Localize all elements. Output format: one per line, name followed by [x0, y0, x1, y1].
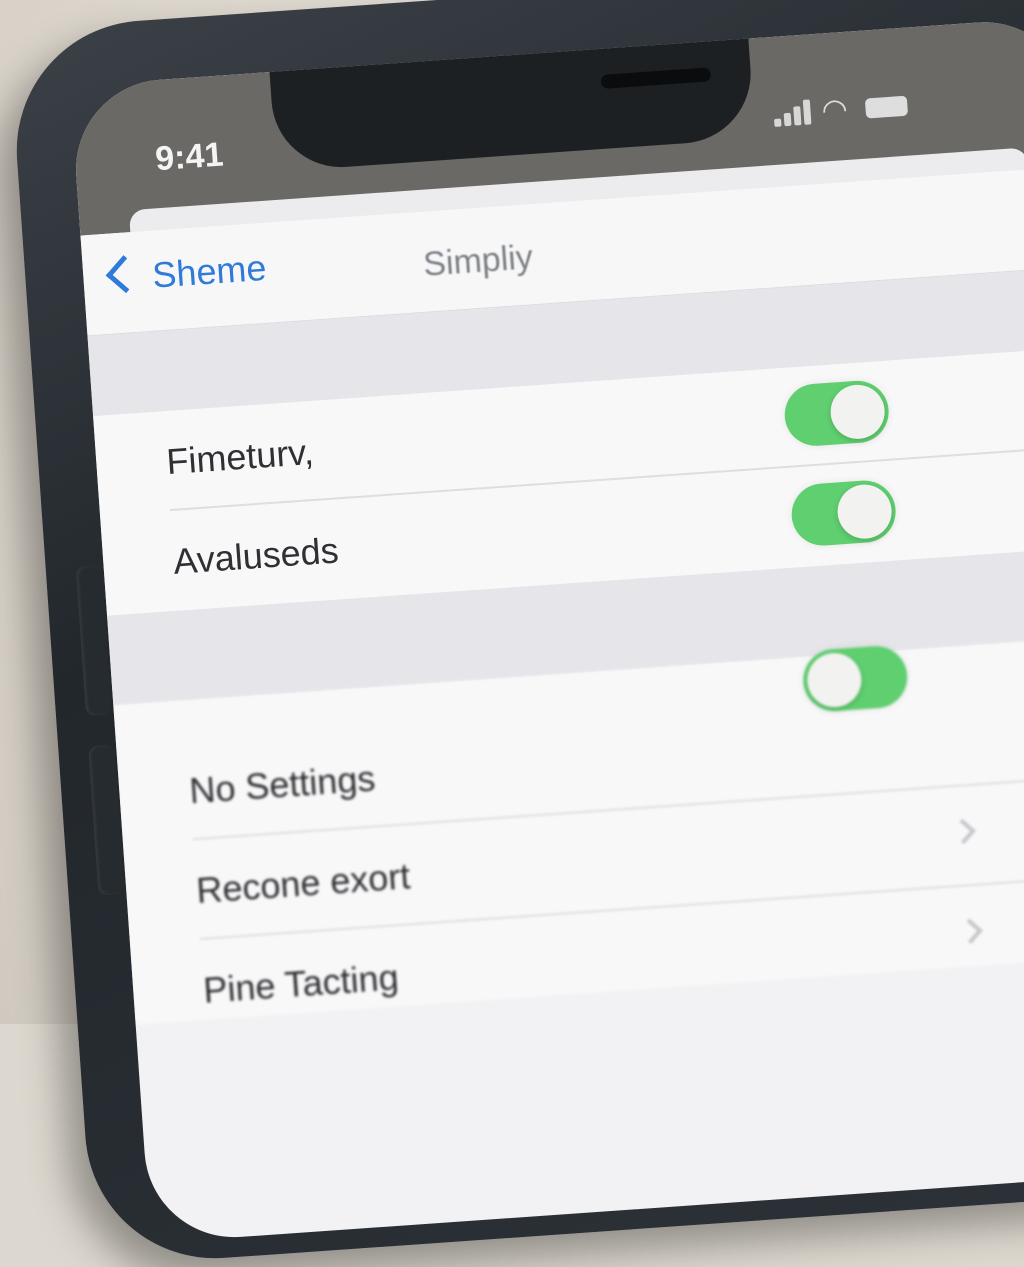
- row-label: Avaluseds: [171, 529, 340, 582]
- status-icons: ◠: [772, 84, 934, 135]
- chevron-right-icon[interactable]: [950, 818, 976, 845]
- toggle-switch[interactable]: [782, 378, 891, 448]
- page-title: Simpliy: [422, 238, 534, 284]
- toggle-switch[interactable]: [789, 478, 898, 548]
- row-label: Fimeturv,: [165, 430, 315, 483]
- phone-screen: 9:41 ◠ Sheme Simpliy Fimeturv, Avaluseds…: [70, 16, 1024, 1244]
- wifi-icon: ◠: [820, 92, 849, 128]
- chevron-right-icon[interactable]: [957, 918, 983, 944]
- speaker-grille: [600, 67, 712, 89]
- row-label: Recone exort: [195, 855, 412, 912]
- toggle-knob: [828, 383, 887, 441]
- row-label: No Settings: [188, 757, 377, 812]
- back-button-label: Sheme: [150, 246, 268, 296]
- battery-icon: [864, 95, 909, 119]
- back-button[interactable]: Sheme: [105, 246, 268, 308]
- chevron-left-icon: [105, 255, 144, 294]
- row-label: Pine Tacting: [201, 956, 400, 1011]
- status-time: 9:41: [153, 135, 225, 179]
- signal-icon: [773, 98, 813, 127]
- toggle-knob: [835, 482, 894, 541]
